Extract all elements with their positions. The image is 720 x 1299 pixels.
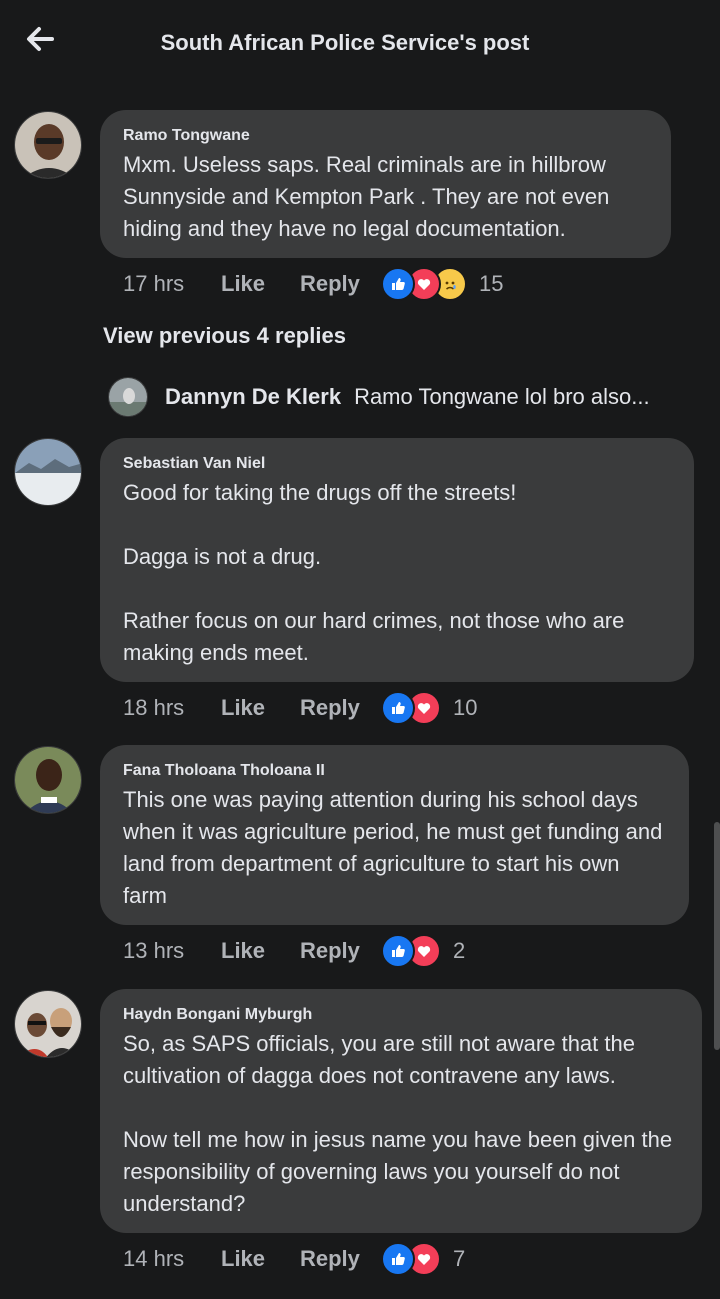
view-previous-replies-link[interactable]: View previous 4 replies xyxy=(103,323,346,349)
reaction-summary[interactable]: 15 xyxy=(381,267,503,301)
like-reaction-icon xyxy=(381,267,415,301)
reply-button[interactable]: Reply xyxy=(300,938,381,964)
comment-text: Good for taking the drugs off the street… xyxy=(123,480,625,665)
comment-timestamp[interactable]: 17 hrs xyxy=(123,271,221,297)
reply-button[interactable]: Reply xyxy=(300,695,381,721)
scrollbar[interactable] xyxy=(714,822,720,1050)
comment-timestamp[interactable]: 18 hrs xyxy=(123,695,221,721)
comment-actions: 18 hrs Like Reply 10 xyxy=(123,690,477,726)
latest-reply-preview[interactable]: Dannyn De Klerk Ramo Tongwane lol bro al… xyxy=(108,375,708,419)
reaction-summary[interactable]: 10 xyxy=(381,691,477,725)
comment-bubble[interactable]: Sebastian Van Niel Good for taking the d… xyxy=(100,438,694,682)
like-reaction-icon xyxy=(381,1242,415,1276)
like-button[interactable]: Like xyxy=(221,271,300,297)
comment-author[interactable]: Haydn Bongani Myburgh xyxy=(123,1005,680,1025)
comment-text: So, as SAPS officials, you are still not… xyxy=(123,1031,673,1216)
comment-actions: 14 hrs Like Reply 7 xyxy=(123,1241,465,1277)
comment-timestamp[interactable]: 14 hrs xyxy=(123,1246,221,1272)
like-button[interactable]: Like xyxy=(221,1246,300,1272)
reply-author[interactable]: Dannyn De Klerk xyxy=(165,384,341,410)
avatar[interactable] xyxy=(14,111,82,179)
like-reaction-icon xyxy=(381,934,415,968)
reply-text: Ramo Tongwane lol bro also... xyxy=(354,384,650,409)
avatar[interactable] xyxy=(14,746,82,814)
comment-bubble[interactable]: Ramo Tongwane Mxm. Useless saps. Real cr… xyxy=(100,110,671,258)
comment-actions: 13 hrs Like Reply 2 xyxy=(123,933,465,969)
reply-button[interactable]: Reply xyxy=(300,271,381,297)
reply-button[interactable]: Reply xyxy=(300,1246,381,1272)
page-title: South African Police Service's post xyxy=(160,30,530,55)
like-reaction-icon xyxy=(381,691,415,725)
avatar[interactable] xyxy=(14,438,82,506)
comment-author[interactable]: Fana Tholoana Tholoana II xyxy=(123,761,667,781)
reaction-summary[interactable]: 2 xyxy=(381,934,465,968)
comment-author[interactable]: Sebastian Van Niel xyxy=(123,454,672,474)
avatar[interactable] xyxy=(108,377,148,417)
reaction-count: 7 xyxy=(453,1246,466,1271)
reaction-summary[interactable]: 7 xyxy=(381,1242,465,1276)
reaction-count: 2 xyxy=(453,938,466,963)
comment-actions: 17 hrs Like Reply 15 xyxy=(123,266,503,302)
like-button[interactable]: Like xyxy=(221,695,300,721)
comment-text: Mxm. Useless saps. Real criminals are in… xyxy=(123,152,610,241)
reaction-count: 10 xyxy=(453,695,478,720)
comment-timestamp[interactable]: 13 hrs xyxy=(123,938,221,964)
avatar[interactable] xyxy=(14,990,82,1058)
like-button[interactable]: Like xyxy=(221,938,300,964)
comment-bubble[interactable]: Haydn Bongani Myburgh So, as SAPS offici… xyxy=(100,989,702,1233)
comment-bubble[interactable]: Fana Tholoana Tholoana II This one was p… xyxy=(100,745,689,925)
comment-author[interactable]: Ramo Tongwane xyxy=(123,126,649,146)
comment-text: This one was paying attention during his… xyxy=(123,787,663,908)
reaction-count: 15 xyxy=(479,271,504,296)
